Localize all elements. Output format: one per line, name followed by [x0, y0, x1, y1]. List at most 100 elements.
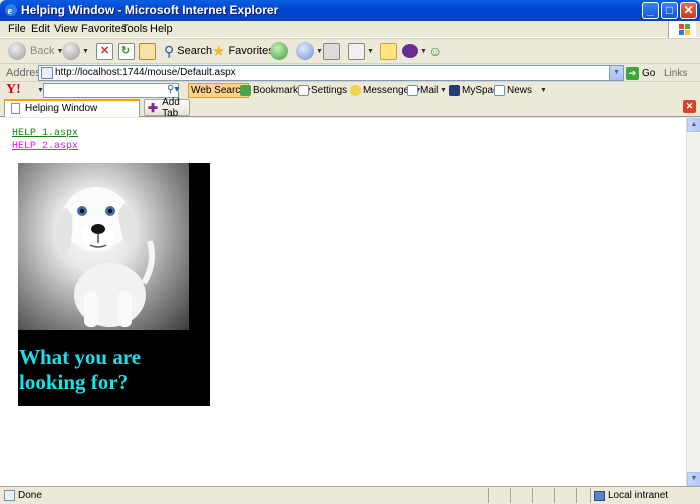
page-icon — [11, 103, 20, 114]
chevron-down-icon: ▼ — [540, 87, 547, 94]
status-divider — [590, 488, 591, 503]
tab-label: Helping Window — [25, 103, 98, 114]
stop-button[interactable]: ✕ — [96, 41, 113, 61]
mail-button[interactable]: ▼ — [296, 41, 323, 61]
menu-bar: File Edit View Favorites Tools Help — [0, 21, 700, 38]
myspace-icon — [449, 85, 460, 96]
chevron-down-icon: ▼ — [82, 47, 89, 55]
yahoo-messenger-icon — [402, 44, 418, 58]
close-button[interactable]: ✕ — [680, 2, 697, 19]
chevron-down-icon[interactable]: ▼ — [440, 87, 447, 94]
forward-button[interactable]: ▼ — [62, 41, 89, 61]
yahoo-logo-button[interactable]: Y! — [6, 82, 21, 98]
plus-icon: ✚ — [148, 100, 159, 115]
mail-label: Mail — [420, 85, 439, 96]
bookmark-icon — [240, 85, 251, 96]
stop-icon: ✕ — [96, 42, 113, 60]
windows-logo-icon — [668, 21, 696, 38]
add-tab-button[interactable]: ✚ Add Tab — [144, 96, 190, 119]
history-button[interactable] — [270, 41, 288, 61]
search-icon: ⚲▾ — [167, 84, 180, 95]
address-input[interactable]: http://localhost:1744/mouse/Default.aspx… — [38, 65, 624, 81]
msn-buddy-icon: ☺ — [428, 43, 443, 59]
menu-favorites[interactable]: Favorites — [81, 23, 126, 35]
news-label: News — [507, 85, 533, 96]
minimize-button[interactable]: _ — [642, 2, 659, 19]
settings-label: Settings — [311, 85, 348, 96]
home-button[interactable] — [139, 41, 156, 61]
news-button[interactable]: News ▼ — [494, 85, 547, 96]
discuss-button[interactable] — [380, 41, 397, 61]
scroll-up-button[interactable]: ▲ — [687, 118, 700, 132]
status-divider — [532, 488, 533, 503]
favorites-label: Favorites — [228, 45, 274, 57]
msn-messenger-button[interactable]: ☺ — [428, 41, 442, 61]
links-button[interactable]: Links — [664, 68, 687, 79]
note-icon — [380, 42, 397, 60]
home-icon — [139, 42, 156, 60]
messenger-label: Messenger — [363, 85, 413, 96]
window-title: Helping Window - Microsoft Internet Expl… — [21, 3, 279, 17]
chevron-down-icon: ▼ — [420, 47, 427, 55]
puppy-photo — [18, 163, 189, 330]
settings-button[interactable]: Settings ▼ — [298, 85, 356, 96]
zone-label: Local intranet — [608, 490, 669, 501]
tab-bar: Helping Window ✚ Add Tab ✕ — [0, 96, 700, 119]
add-tab-label: Add Tab — [162, 96, 180, 119]
favorites-button[interactable]: ★ Favorites — [212, 41, 274, 61]
edit-icon — [348, 42, 365, 60]
maximize-button[interactable]: □ — [661, 2, 678, 19]
help-2-link[interactable]: HELP 2.aspx — [12, 141, 78, 152]
search-label: Search — [177, 45, 213, 57]
menu-view[interactable]: View — [54, 23, 78, 35]
address-bar: Address http://localhost:1744/mouse/Defa… — [0, 63, 700, 81]
security-zone: Local intranet — [594, 490, 668, 501]
star-icon: ★ — [212, 43, 226, 60]
forward-arrow-icon — [62, 42, 80, 60]
menu-edit[interactable]: Edit — [31, 23, 50, 35]
refresh-icon: ↻ — [118, 42, 135, 60]
help-1-link[interactable]: HELP 1.aspx — [12, 128, 78, 139]
chevron-down-icon: ▼ — [367, 47, 374, 55]
back-arrow-icon — [8, 42, 26, 60]
back-button[interactable]: Back ▼ — [8, 41, 63, 61]
smiley-icon — [350, 85, 361, 96]
search-icon: ⚲ — [164, 42, 175, 59]
menu-tools[interactable]: Tools — [122, 23, 148, 35]
status-bar: Done Local intranet — [0, 486, 700, 504]
chevron-down-icon: ▼ — [316, 47, 323, 55]
svg-text:e: e — [8, 6, 13, 17]
title-bar: e Helping Window - Microsoft Internet Ex… — [0, 0, 700, 21]
envelope-icon — [407, 85, 418, 96]
intranet-icon — [594, 490, 605, 501]
vertical-scrollbar[interactable]: ▲ ▼ — [686, 118, 700, 486]
status-divider — [488, 488, 489, 503]
promo-caption: What you are looking for? — [19, 345, 142, 394]
close-tab-button[interactable]: ✕ — [683, 100, 696, 113]
standard-toolbar: Back ▼ ▼ ✕ ↻ ⚲ Search ★ Favorites ▼ ▼ ▼ … — [0, 38, 700, 63]
mail-link[interactable]: Mail — [407, 85, 438, 96]
go-label: Go — [642, 67, 656, 79]
go-button[interactable]: ➔ Go — [626, 66, 655, 80]
printer-icon — [323, 42, 340, 60]
print-button[interactable] — [323, 41, 340, 61]
address-dropdown-button[interactable]: ▼ — [609, 66, 623, 80]
status-text: Done — [18, 490, 42, 501]
yahoo-toolbar: Y! ▼ ⚲▾ Web Search Bookmarks ▼ Settings … — [0, 81, 700, 98]
menu-help[interactable]: Help — [150, 23, 173, 35]
menu-file[interactable]: File — [8, 23, 26, 35]
edit-button[interactable]: ▼ — [348, 41, 374, 61]
messenger-toolbar-button[interactable]: ▼ — [402, 41, 427, 61]
history-icon — [270, 42, 288, 60]
search-button[interactable]: ⚲ Search — [164, 41, 212, 61]
yahoo-search-input[interactable] — [43, 83, 179, 98]
status-divider — [510, 488, 511, 503]
ie-icon: e — [5, 4, 17, 17]
scroll-down-button[interactable]: ▼ — [687, 472, 700, 486]
page-icon — [4, 490, 15, 501]
tab-helping-window[interactable]: Helping Window — [4, 99, 140, 117]
mail-icon — [296, 42, 314, 60]
puppy-illustration — [56, 187, 155, 327]
address-url: http://localhost:1744/mouse/Default.aspx — [55, 67, 236, 78]
refresh-button[interactable]: ↻ — [118, 41, 135, 61]
